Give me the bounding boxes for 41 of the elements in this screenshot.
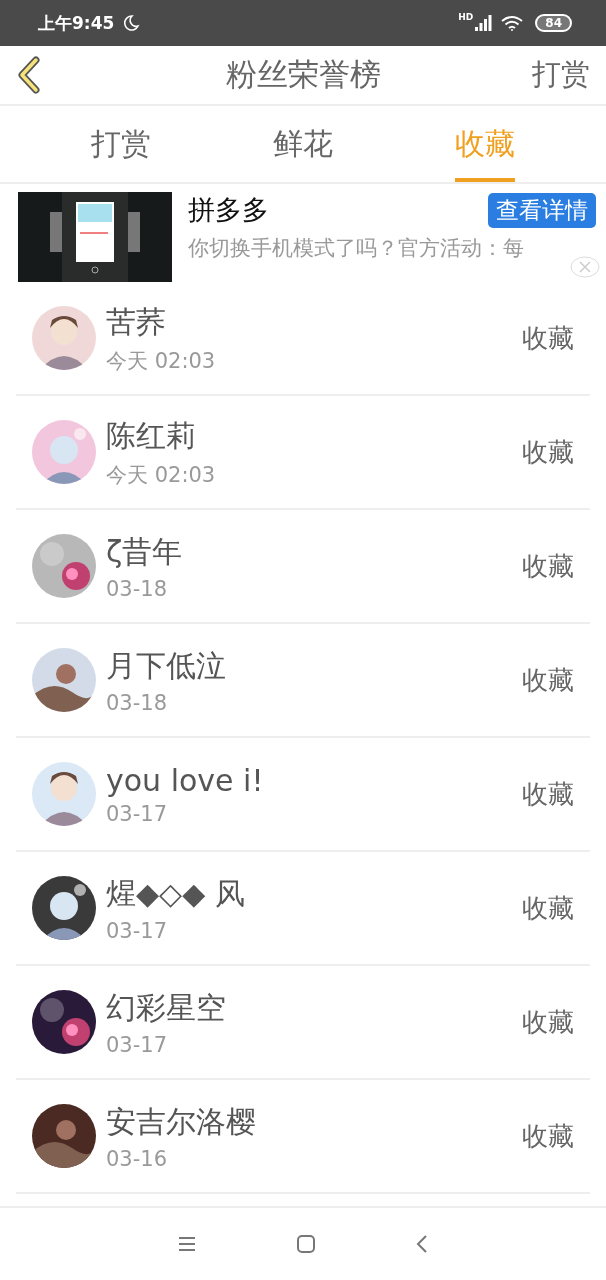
details-button[interactable]: 查看详情 <box>488 192 596 228</box>
fan-action: 收藏 <box>522 777 574 811</box>
ad-text: 你切换手机模式了吗？官方活动：每 <box>188 235 525 262</box>
fan-action: 收藏 <box>522 321 574 355</box>
fan-action: 收藏 <box>522 663 574 697</box>
fan-action: 收藏 <box>522 891 574 925</box>
tab[interactable]: 打赏 <box>91 106 151 182</box>
back-icon[interactable] <box>416 1234 428 1254</box>
fan-name: 安吉尔洛樱 <box>106 1102 257 1141</box>
battery-level: 84 <box>535 14 572 32</box>
fan-name: you love i! <box>106 762 265 798</box>
fan-name: 幻彩星空 <box>106 988 227 1027</box>
status-time: 上午9:45 <box>38 11 115 35</box>
fan-action: 收藏 <box>522 1119 574 1153</box>
page-title: 粉丝荣誉榜 <box>224 55 382 94</box>
network-label: HD <box>458 12 474 22</box>
fan-time: 03-16 <box>106 1146 169 1171</box>
home-icon[interactable] <box>296 1234 316 1254</box>
menu-icon[interactable] <box>178 1236 196 1252</box>
back-icon[interactable] <box>16 56 42 94</box>
fan-time: 03-18 <box>106 690 169 715</box>
fan-name: 苦荞 <box>106 302 167 341</box>
wifi-icon <box>501 15 524 31</box>
reward-link[interactable]: 打赏 <box>532 55 590 95</box>
fan-name: 陈红莉 <box>106 416 197 455</box>
fan-name: ζ昔年 <box>106 532 184 571</box>
fan-time: 今天 02:03 <box>106 461 217 489</box>
tab[interactable]: 鲜花 <box>273 106 333 182</box>
fan-name: 煋◆◇◆ 风 <box>106 874 246 913</box>
fan-action: 收藏 <box>522 549 574 583</box>
moon-icon <box>122 14 141 32</box>
fan-time: 03-17 <box>106 918 169 943</box>
fan-action: 收藏 <box>522 1005 574 1039</box>
fan-time: 03-18 <box>106 576 169 601</box>
fan-name: 月下低泣 <box>106 646 227 685</box>
ad-title: 拼多多 <box>188 193 269 227</box>
fan-time: 今天 02:03 <box>106 347 217 375</box>
signal-icon <box>475 15 494 31</box>
fan-action: 收藏 <box>522 435 574 469</box>
fan-time: 03-17 <box>106 801 169 826</box>
fan-time: 03-17 <box>106 1032 169 1057</box>
